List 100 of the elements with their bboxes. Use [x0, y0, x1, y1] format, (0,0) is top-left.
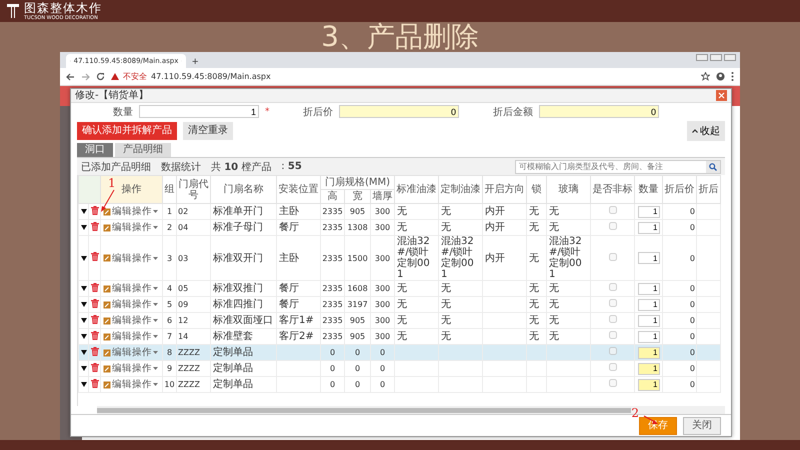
input-field[interactable]: 0: [539, 105, 659, 118]
column-header: 安装位置: [276, 176, 320, 204]
action-button[interactable]: 确认添加并拆解产品: [77, 122, 177, 140]
expand-icon[interactable]: [81, 318, 87, 323]
table-cell: 无: [546, 220, 590, 236]
quantity-field[interactable]: 1: [638, 282, 660, 294]
table-cell: 03: [176, 236, 210, 280]
row-selector[interactable]: [78, 280, 88, 296]
quantity-field[interactable]: 1: [638, 330, 660, 342]
quantity-field[interactable]: 1: [638, 314, 660, 326]
quantity-field[interactable]: 1: [638, 298, 660, 310]
table-cell: 0: [370, 360, 394, 376]
stats-label: 数据统计: [161, 160, 201, 174]
caret-down-icon: [153, 303, 158, 306]
address-field[interactable]: 不安全 47.110.59.45:8089/Main.aspx: [111, 70, 695, 84]
input-field[interactable]: 1: [139, 105, 259, 118]
caret-down-icon: [153, 226, 158, 229]
trash-icon[interactable]: [91, 282, 99, 292]
expand-icon[interactable]: [81, 256, 87, 260]
tab[interactable]: 产品明细: [115, 143, 171, 157]
edit-icon: [103, 224, 111, 232]
close-button[interactable]: [716, 90, 727, 101]
expand-icon[interactable]: [81, 350, 87, 355]
trash-icon[interactable]: [91, 314, 99, 324]
search-button[interactable]: [706, 160, 720, 172]
expand-icon[interactable]: [81, 225, 87, 230]
table-cell: 0: [344, 376, 370, 392]
caret-down-icon: [153, 256, 158, 260]
table-cell: 餐厅: [276, 220, 320, 236]
footer-button[interactable]: 关闭: [683, 416, 721, 434]
table-cell: 标准子母门: [210, 220, 276, 236]
trash-icon[interactable]: [91, 206, 99, 214]
trash-icon[interactable]: [91, 298, 99, 308]
table-cell: 客厅1#: [276, 312, 320, 328]
row-selector[interactable]: [78, 296, 88, 312]
table-cell: 1608: [344, 280, 370, 296]
edit-icon: [103, 208, 111, 216]
caret-down-icon: [153, 383, 158, 386]
search-field[interactable]: 可模糊输入门扇类型及代号、房间、备注: [515, 160, 721, 174]
row-selector[interactable]: [78, 204, 88, 220]
trash-icon[interactable]: [91, 330, 99, 340]
table-cell: 09: [176, 296, 210, 312]
table-cell: 0: [662, 328, 696, 344]
table-cell: [394, 344, 438, 360]
table-cell: 0: [370, 344, 394, 360]
edit-icon: [103, 332, 111, 340]
row-selector[interactable]: [78, 236, 88, 280]
trash-icon[interactable]: [91, 378, 99, 388]
trash-icon[interactable]: [91, 222, 99, 230]
quantity-field[interactable]: 1: [638, 206, 660, 218]
action-button[interactable]: 清空重录: [183, 122, 233, 140]
search-icon: [709, 162, 717, 170]
column-header: 是否非标: [590, 176, 634, 204]
expand-icon[interactable]: [81, 382, 87, 387]
quantity-field[interactable]: 1: [638, 252, 660, 264]
trash-icon[interactable]: [91, 346, 99, 356]
required-mark: *: [265, 106, 270, 116]
row-selector[interactable]: [78, 376, 88, 392]
reload-icon[interactable]: [96, 72, 105, 81]
row-selector[interactable]: [78, 328, 88, 344]
table-cell: 无: [546, 280, 590, 296]
trash-icon[interactable]: [91, 252, 99, 261]
quantity-field[interactable]: 1: [638, 222, 660, 234]
column-header: 标准油漆: [394, 176, 438, 204]
edit-icon: [103, 316, 111, 324]
row-selector[interactable]: [78, 312, 88, 328]
new-tab-button[interactable]: +: [192, 56, 198, 68]
expand-icon[interactable]: [81, 334, 87, 339]
table-cell: [276, 344, 320, 360]
star-icon[interactable]: [701, 72, 710, 81]
table-cell: 905: [344, 204, 370, 220]
row-selector[interactable]: [78, 220, 88, 236]
input-field[interactable]: 0: [339, 105, 459, 118]
account-icon[interactable]: [716, 72, 725, 81]
warning-icon: [111, 73, 119, 80]
row-selector[interactable]: [78, 360, 88, 376]
trash-icon[interactable]: [91, 362, 99, 372]
table-cell: 定制单品: [210, 376, 276, 392]
expand-icon[interactable]: [81, 209, 87, 214]
expand-icon[interactable]: [81, 366, 87, 371]
quantity-field[interactable]: 1: [638, 346, 660, 358]
quantity-field[interactable]: 1: [638, 378, 660, 390]
table-cell: 餐厅: [276, 280, 320, 296]
quantity-field[interactable]: 1: [638, 362, 660, 374]
row-selector[interactable]: [78, 344, 88, 360]
expand-icon[interactable]: [81, 286, 87, 291]
table-cell: 905: [344, 312, 370, 328]
collapse-button[interactable]: 收起: [687, 121, 725, 141]
menu-icon[interactable]: [731, 72, 734, 81]
table-cell: 无: [394, 204, 438, 220]
back-icon[interactable]: [66, 72, 75, 80]
expand-icon[interactable]: [81, 302, 87, 307]
brand-name: 图森整体木作: [24, 2, 102, 14]
table-cell: 无: [526, 236, 546, 280]
product-count: 共 10 樘产品: [211, 160, 272, 174]
table-cell: [482, 328, 526, 344]
edit-icon: [103, 364, 111, 372]
table-cell: [276, 360, 320, 376]
table-cell: 0: [662, 360, 696, 376]
tab[interactable]: 洞口: [77, 143, 113, 157]
